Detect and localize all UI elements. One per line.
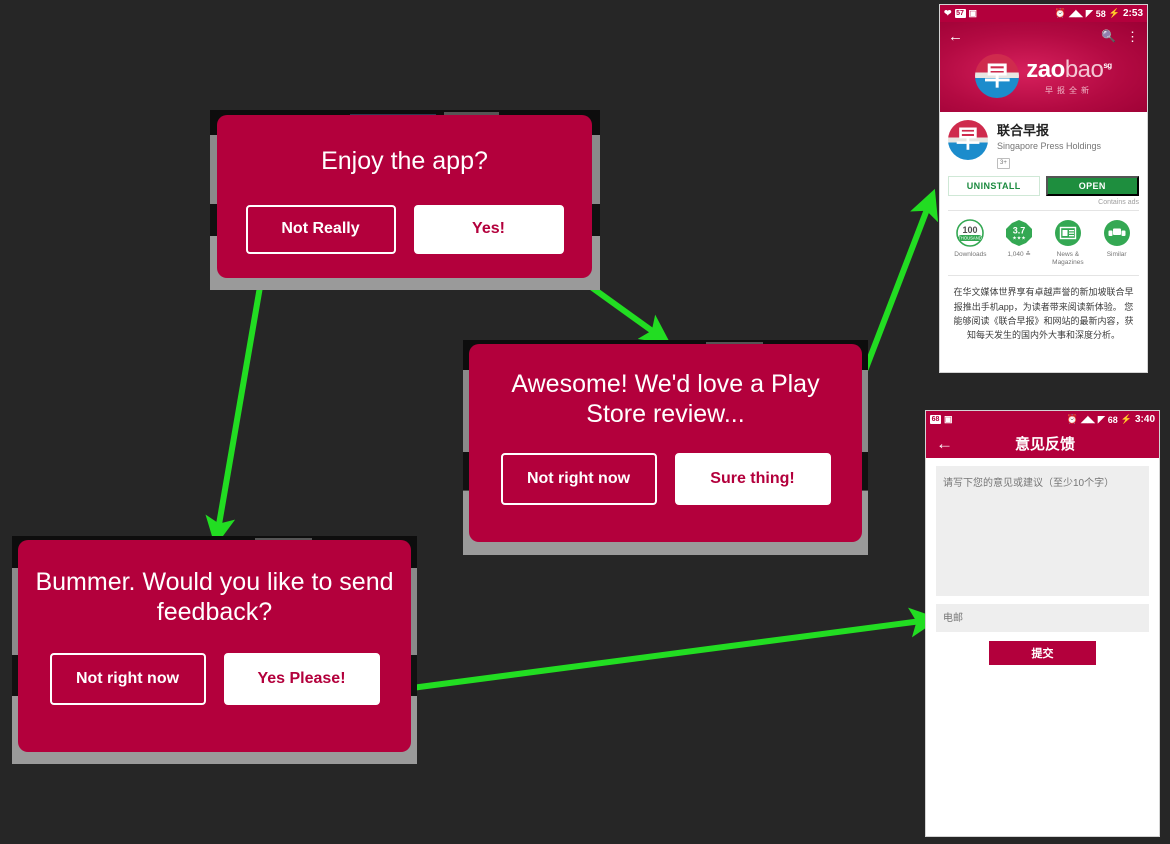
signal-icon: ◤ bbox=[1097, 414, 1105, 424]
notification-count-badge: 57 bbox=[954, 9, 966, 18]
feedback-email-input[interactable] bbox=[936, 604, 1149, 632]
stat-category-label: News & Magazines bbox=[1052, 251, 1084, 267]
yes-please-button[interactable]: Yes Please! bbox=[223, 653, 380, 705]
dialog-review-actions: Not right now Sure thing! bbox=[469, 453, 862, 505]
dialog-feedback-title: Bummer. Would you like to send feedback? bbox=[35, 568, 394, 626]
dialog-enjoy-actions: Not Really Yes! bbox=[217, 204, 592, 254]
stat-similar-label: Similar bbox=[1106, 251, 1127, 258]
feedback-form: 提交 bbox=[926, 458, 1159, 673]
arrow-yes-please-to-feedback-form bbox=[380, 607, 940, 695]
divider bbox=[948, 275, 1139, 277]
screenshot-canvas: Enjoy the app? Not Really Yes! Awesome! … bbox=[0, 0, 1170, 844]
not-right-now-button-feedback[interactable]: Not right now bbox=[49, 653, 206, 705]
dialog-enjoy-screenshot: Enjoy the app? Not Really Yes! bbox=[210, 110, 600, 290]
app-developer[interactable]: Singapore Press Holdings bbox=[997, 141, 1101, 151]
app-action-buttons: UNINSTALL OPEN bbox=[940, 169, 1147, 198]
overflow-menu-icon[interactable]: ⋮ bbox=[1126, 30, 1139, 43]
dialog-enjoy-title: Enjoy the app? bbox=[321, 147, 488, 175]
open-button[interactable]: OPEN bbox=[1045, 176, 1139, 196]
wifi-icon: ◢◣ bbox=[1080, 414, 1095, 424]
play-store-toolbar: ← 🔍 ⋮ bbox=[940, 22, 1147, 50]
stat-rating-label: 1,040 ≛ bbox=[1007, 251, 1031, 258]
wifi-icon: ◢◣ bbox=[1068, 8, 1083, 18]
dialog-feedback-actions: Not right now Yes Please! bbox=[18, 653, 411, 705]
clock: 2:53 bbox=[1122, 8, 1143, 19]
calendar-icon: ▣ bbox=[944, 414, 953, 424]
heart-icon: ❤ bbox=[944, 8, 952, 18]
calendar-icon: ▣ bbox=[968, 8, 978, 18]
dialog-enjoy: Enjoy the app? Not Really Yes! bbox=[217, 115, 592, 278]
svg-text:100: 100 bbox=[963, 225, 978, 235]
app-description: 在华文媒体世界享有卓越声誉的新加坡联合早报推出手机app，为读者带来阅读新体验。… bbox=[953, 287, 1134, 341]
app-header-row: 早 联合早报 Singapore Press Holdings 3+ bbox=[940, 112, 1147, 169]
charging-icon: ⚡ bbox=[1120, 414, 1132, 424]
contains-ads-note: Contains ads bbox=[1098, 199, 1139, 206]
clock: 3:40 bbox=[1134, 414, 1155, 425]
svg-text:★★★: ★★★ bbox=[1012, 236, 1026, 242]
wordmark-superscript: sg bbox=[1103, 61, 1112, 70]
arrow-not-really-to-feedback-dialog bbox=[205, 251, 269, 547]
zaobao-wordmark: zaobaosg 早报全新 bbox=[1026, 56, 1112, 96]
stat-downloads-label: Downloads bbox=[954, 251, 987, 258]
feedback-page-title: 意见反馈 bbox=[1014, 435, 1075, 453]
similar-apps-icon bbox=[1102, 218, 1132, 248]
back-arrow-icon[interactable]: ← bbox=[948, 28, 963, 45]
battery-level: 68 bbox=[1107, 414, 1118, 425]
play-store-status-bar: ❤ 57 ▣ ⏰ ◢◣ ◤ 58 ⚡ 2:53 bbox=[940, 5, 1147, 22]
app-stats-row: 100 THOUSAND Downloads 3.7 ★★★ 1,040 ≛ N… bbox=[940, 215, 1147, 271]
stat-rating[interactable]: 3.7 ★★★ 1,040 ≛ bbox=[995, 218, 1044, 267]
wordmark-light: bao bbox=[1064, 56, 1104, 83]
battery-level: 58 bbox=[1095, 8, 1106, 19]
feedback-form-screenshot: 68 ▣ ⏰ ◢◣ ◤ 68 ⚡ 3:40 ← 意见反馈 提交 bbox=[925, 410, 1160, 837]
dialog-review-screenshot: Awesome! We'd love a Play Store review..… bbox=[463, 340, 868, 555]
content-rating-badge: 3+ bbox=[997, 158, 1010, 169]
svg-text:3.7: 3.7 bbox=[1013, 226, 1026, 236]
app-icon: 早 bbox=[948, 120, 988, 160]
play-store-hero-banner: ← 🔍 ⋮ 早 zaobaosg 早报全新 bbox=[940, 22, 1147, 112]
svg-text:THOUSAND: THOUSAND bbox=[959, 236, 983, 241]
not-right-now-button-review[interactable]: Not right now bbox=[500, 453, 657, 505]
alarm-icon: ⏰ bbox=[1054, 8, 1066, 18]
back-arrow-icon[interactable]: ← bbox=[936, 435, 953, 452]
dialog-review: Awesome! We'd love a Play Store review..… bbox=[469, 344, 862, 542]
dialog-review-title: Awesome! We'd love a Play Store review..… bbox=[511, 370, 820, 428]
wordmark-subtitle: 早报全新 bbox=[1045, 86, 1093, 95]
signal-icon: ◤ bbox=[1085, 8, 1093, 18]
zaobao-brand-logo: 早 zaobaosg 早报全新 bbox=[940, 54, 1147, 98]
feedback-message-input[interactable] bbox=[936, 466, 1149, 596]
search-icon[interactable]: 🔍 bbox=[1101, 29, 1116, 43]
not-really-button[interactable]: Not Really bbox=[245, 204, 396, 254]
play-store-screenshot: ❤ 57 ▣ ⏰ ◢◣ ◤ 58 ⚡ 2:53 ← 🔍 ⋮ 早 zaobaosg… bbox=[939, 4, 1148, 373]
yes-button[interactable]: Yes! bbox=[413, 204, 564, 254]
downloads-badge-icon: 100 THOUSAND bbox=[955, 218, 985, 248]
rating-badge-icon: 3.7 ★★★ bbox=[1004, 218, 1034, 248]
charging-icon: ⚡ bbox=[1108, 8, 1120, 18]
zaobao-logo-glyph: 早 bbox=[975, 54, 1020, 98]
uninstall-button[interactable]: UNINSTALL bbox=[948, 176, 1040, 196]
sure-thing-button[interactable]: Sure thing! bbox=[674, 453, 831, 505]
stat-category[interactable]: News & Magazines bbox=[1044, 218, 1093, 267]
dialog-feedback: Bummer. Would you like to send feedback?… bbox=[18, 540, 411, 752]
app-title: 联合早报 bbox=[997, 123, 1050, 138]
alarm-icon: ⏰ bbox=[1066, 414, 1078, 424]
feedback-status-bar: 68 ▣ ⏰ ◢◣ ◤ 68 ⚡ 3:40 bbox=[926, 411, 1159, 428]
dialog-feedback-screenshot: Bummer. Would you like to send feedback?… bbox=[12, 536, 417, 764]
divider bbox=[948, 210, 1139, 211]
notification-count-badge: 68 bbox=[930, 415, 941, 424]
stat-similar[interactable]: Similar bbox=[1092, 218, 1141, 267]
wordmark-bold: zao bbox=[1026, 56, 1065, 83]
feedback-app-bar: ← 意见反馈 bbox=[926, 428, 1159, 458]
feedback-submit-button[interactable]: 提交 bbox=[989, 641, 1096, 665]
category-news-icon bbox=[1053, 218, 1083, 248]
stat-downloads[interactable]: 100 THOUSAND Downloads bbox=[946, 218, 995, 267]
